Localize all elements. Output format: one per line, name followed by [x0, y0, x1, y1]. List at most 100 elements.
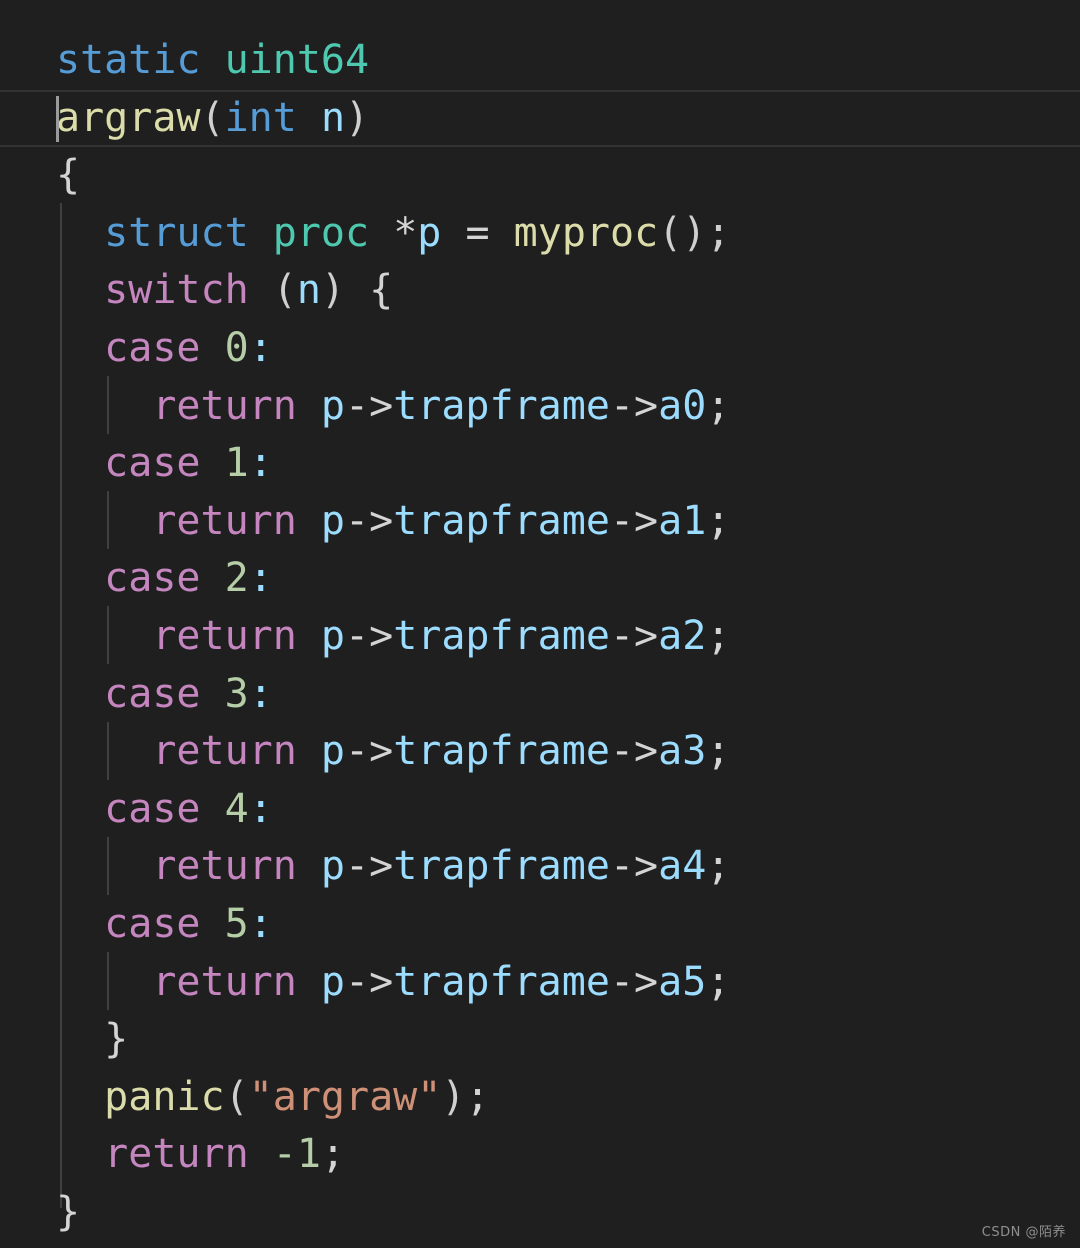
- token-arrow: ->: [345, 958, 394, 1005]
- token-brace-close-switch: }: [104, 1016, 129, 1063]
- token-arrow: ->: [609, 958, 659, 1005]
- token-variable-p: p: [320, 843, 346, 890]
- token-keyword-case: case: [104, 555, 201, 602]
- token-arrow: ->: [609, 612, 659, 659]
- token-keyword-case: case: [104, 440, 201, 487]
- token-arrow: ->: [345, 497, 394, 544]
- token-brace-close-function: }: [56, 1188, 81, 1235]
- code-line-3[interactable]: {: [0, 147, 1080, 205]
- token-colon: :: [248, 440, 273, 487]
- token-arrow: ->: [609, 497, 659, 544]
- token-colon: :: [248, 900, 273, 947]
- token-member-trapframe: trapframe: [393, 958, 610, 1005]
- token-equals: =: [465, 209, 490, 256]
- token-arrow: ->: [345, 612, 394, 659]
- token-semicolon: ;: [706, 612, 731, 659]
- token-variable-p: p: [417, 209, 442, 256]
- code-line-6[interactable]: case 0:: [0, 320, 1080, 378]
- token-member-a0: a0: [658, 382, 707, 429]
- token-keyword-case: case: [104, 324, 201, 371]
- code-line-4[interactable]: struct proc *p = myproc();: [0, 205, 1080, 263]
- code-line-21[interactable]: }: [0, 1184, 1080, 1242]
- token-number-minus-one: -1: [272, 1131, 321, 1178]
- token-keyword-case: case: [104, 900, 201, 947]
- token-keyword-return: return: [152, 728, 297, 775]
- token-call-parens: ();: [658, 209, 731, 256]
- token-member-a1: a1: [658, 497, 707, 544]
- code-line-8[interactable]: case 1:: [0, 435, 1080, 493]
- token-function-panic: panic: [104, 1073, 225, 1120]
- token-keyword-case: case: [104, 785, 201, 832]
- token-colon: :: [248, 785, 273, 832]
- token-member-trapframe: trapframe: [393, 382, 610, 429]
- token-paren-open: (: [200, 94, 225, 141]
- token-param-n: n: [320, 94, 346, 141]
- code-editor[interactable]: static uint64 argraw(int n) { struct pro…: [0, 0, 1080, 1248]
- token-paren-open-switch: (: [272, 267, 297, 314]
- token-colon: :: [248, 555, 273, 602]
- token-colon: :: [248, 324, 273, 371]
- token-keyword-return: return: [152, 497, 297, 544]
- token-keyword-case: case: [104, 670, 201, 717]
- token-number-case-4: 4: [224, 785, 249, 832]
- token-member-a3: a3: [658, 728, 707, 775]
- token-number-case-1: 1: [224, 440, 249, 487]
- text-cursor: [56, 95, 59, 142]
- token-function-myproc: myproc: [513, 209, 659, 256]
- code-content[interactable]: static uint64 argraw(int n) { struct pro…: [0, 32, 1080, 1241]
- code-line-13[interactable]: return p->trapframe->a3;: [0, 723, 1080, 781]
- token-semicolon: ;: [706, 958, 731, 1005]
- code-line-12[interactable]: case 3:: [0, 666, 1080, 724]
- token-arrow: ->: [345, 843, 394, 890]
- token-colon: :: [248, 670, 273, 717]
- token-keyword-return: return: [104, 1131, 249, 1178]
- token-paren-close: ): [345, 94, 370, 141]
- code-line-17[interactable]: return p->trapframe->a5;: [0, 954, 1080, 1012]
- token-variable-p: p: [320, 728, 346, 775]
- code-line-15[interactable]: return p->trapframe->a4;: [0, 838, 1080, 896]
- token-member-trapframe: trapframe: [393, 497, 610, 544]
- token-semicolon: ;: [706, 728, 731, 775]
- token-type-uint64: uint64: [224, 37, 370, 83]
- token-arrow: ->: [609, 843, 659, 890]
- code-line-16[interactable]: case 5:: [0, 896, 1080, 954]
- code-line-9[interactable]: return p->trapframe->a1;: [0, 493, 1080, 551]
- code-line-7[interactable]: return p->trapframe->a0;: [0, 378, 1080, 436]
- token-variable-p: p: [320, 958, 346, 1005]
- token-brace-open-function: {: [56, 152, 81, 199]
- code-line-10[interactable]: case 2:: [0, 550, 1080, 608]
- token-arrow: ->: [609, 728, 659, 775]
- token-function-argraw: argraw: [56, 94, 201, 141]
- token-keyword-static: static: [56, 37, 201, 83]
- token-brace-open-switch: {: [369, 267, 394, 314]
- token-arrow: ->: [609, 382, 659, 429]
- code-line-11[interactable]: return p->trapframe->a2;: [0, 608, 1080, 666]
- code-line-5[interactable]: switch (n) {: [0, 262, 1080, 320]
- token-semicolon: ;: [706, 497, 731, 544]
- code-line-20[interactable]: return -1;: [0, 1126, 1080, 1184]
- token-variable-n: n: [296, 267, 321, 314]
- token-number-case-5: 5: [224, 900, 249, 947]
- token-member-trapframe: trapframe: [393, 843, 610, 890]
- code-line-2[interactable]: argraw(int n): [0, 89, 1080, 148]
- token-variable-p: p: [320, 382, 346, 429]
- token-semicolon: ;: [706, 843, 731, 890]
- token-variable-p: p: [320, 612, 346, 659]
- code-line-1[interactable]: static uint64: [0, 32, 1080, 90]
- token-keyword-return: return: [152, 958, 297, 1005]
- token-member-trapframe: trapframe: [393, 612, 610, 659]
- token-member-a5: a5: [658, 958, 707, 1005]
- code-line-14[interactable]: case 4:: [0, 781, 1080, 839]
- token-paren-close-panic: ): [441, 1073, 466, 1120]
- token-keyword-return: return: [152, 382, 297, 429]
- code-line-19[interactable]: panic("argraw");: [0, 1069, 1080, 1127]
- token-number-case-3: 3: [224, 670, 249, 717]
- token-arrow: ->: [345, 728, 394, 775]
- token-paren-open-panic: (: [224, 1073, 249, 1120]
- code-line-18[interactable]: }: [0, 1011, 1080, 1069]
- token-semicolon: ;: [465, 1073, 490, 1120]
- token-keyword-switch: switch: [104, 267, 249, 314]
- token-keyword-return: return: [152, 612, 297, 659]
- token-string-argraw: "argraw": [248, 1073, 442, 1120]
- token-keyword-return: return: [152, 843, 297, 890]
